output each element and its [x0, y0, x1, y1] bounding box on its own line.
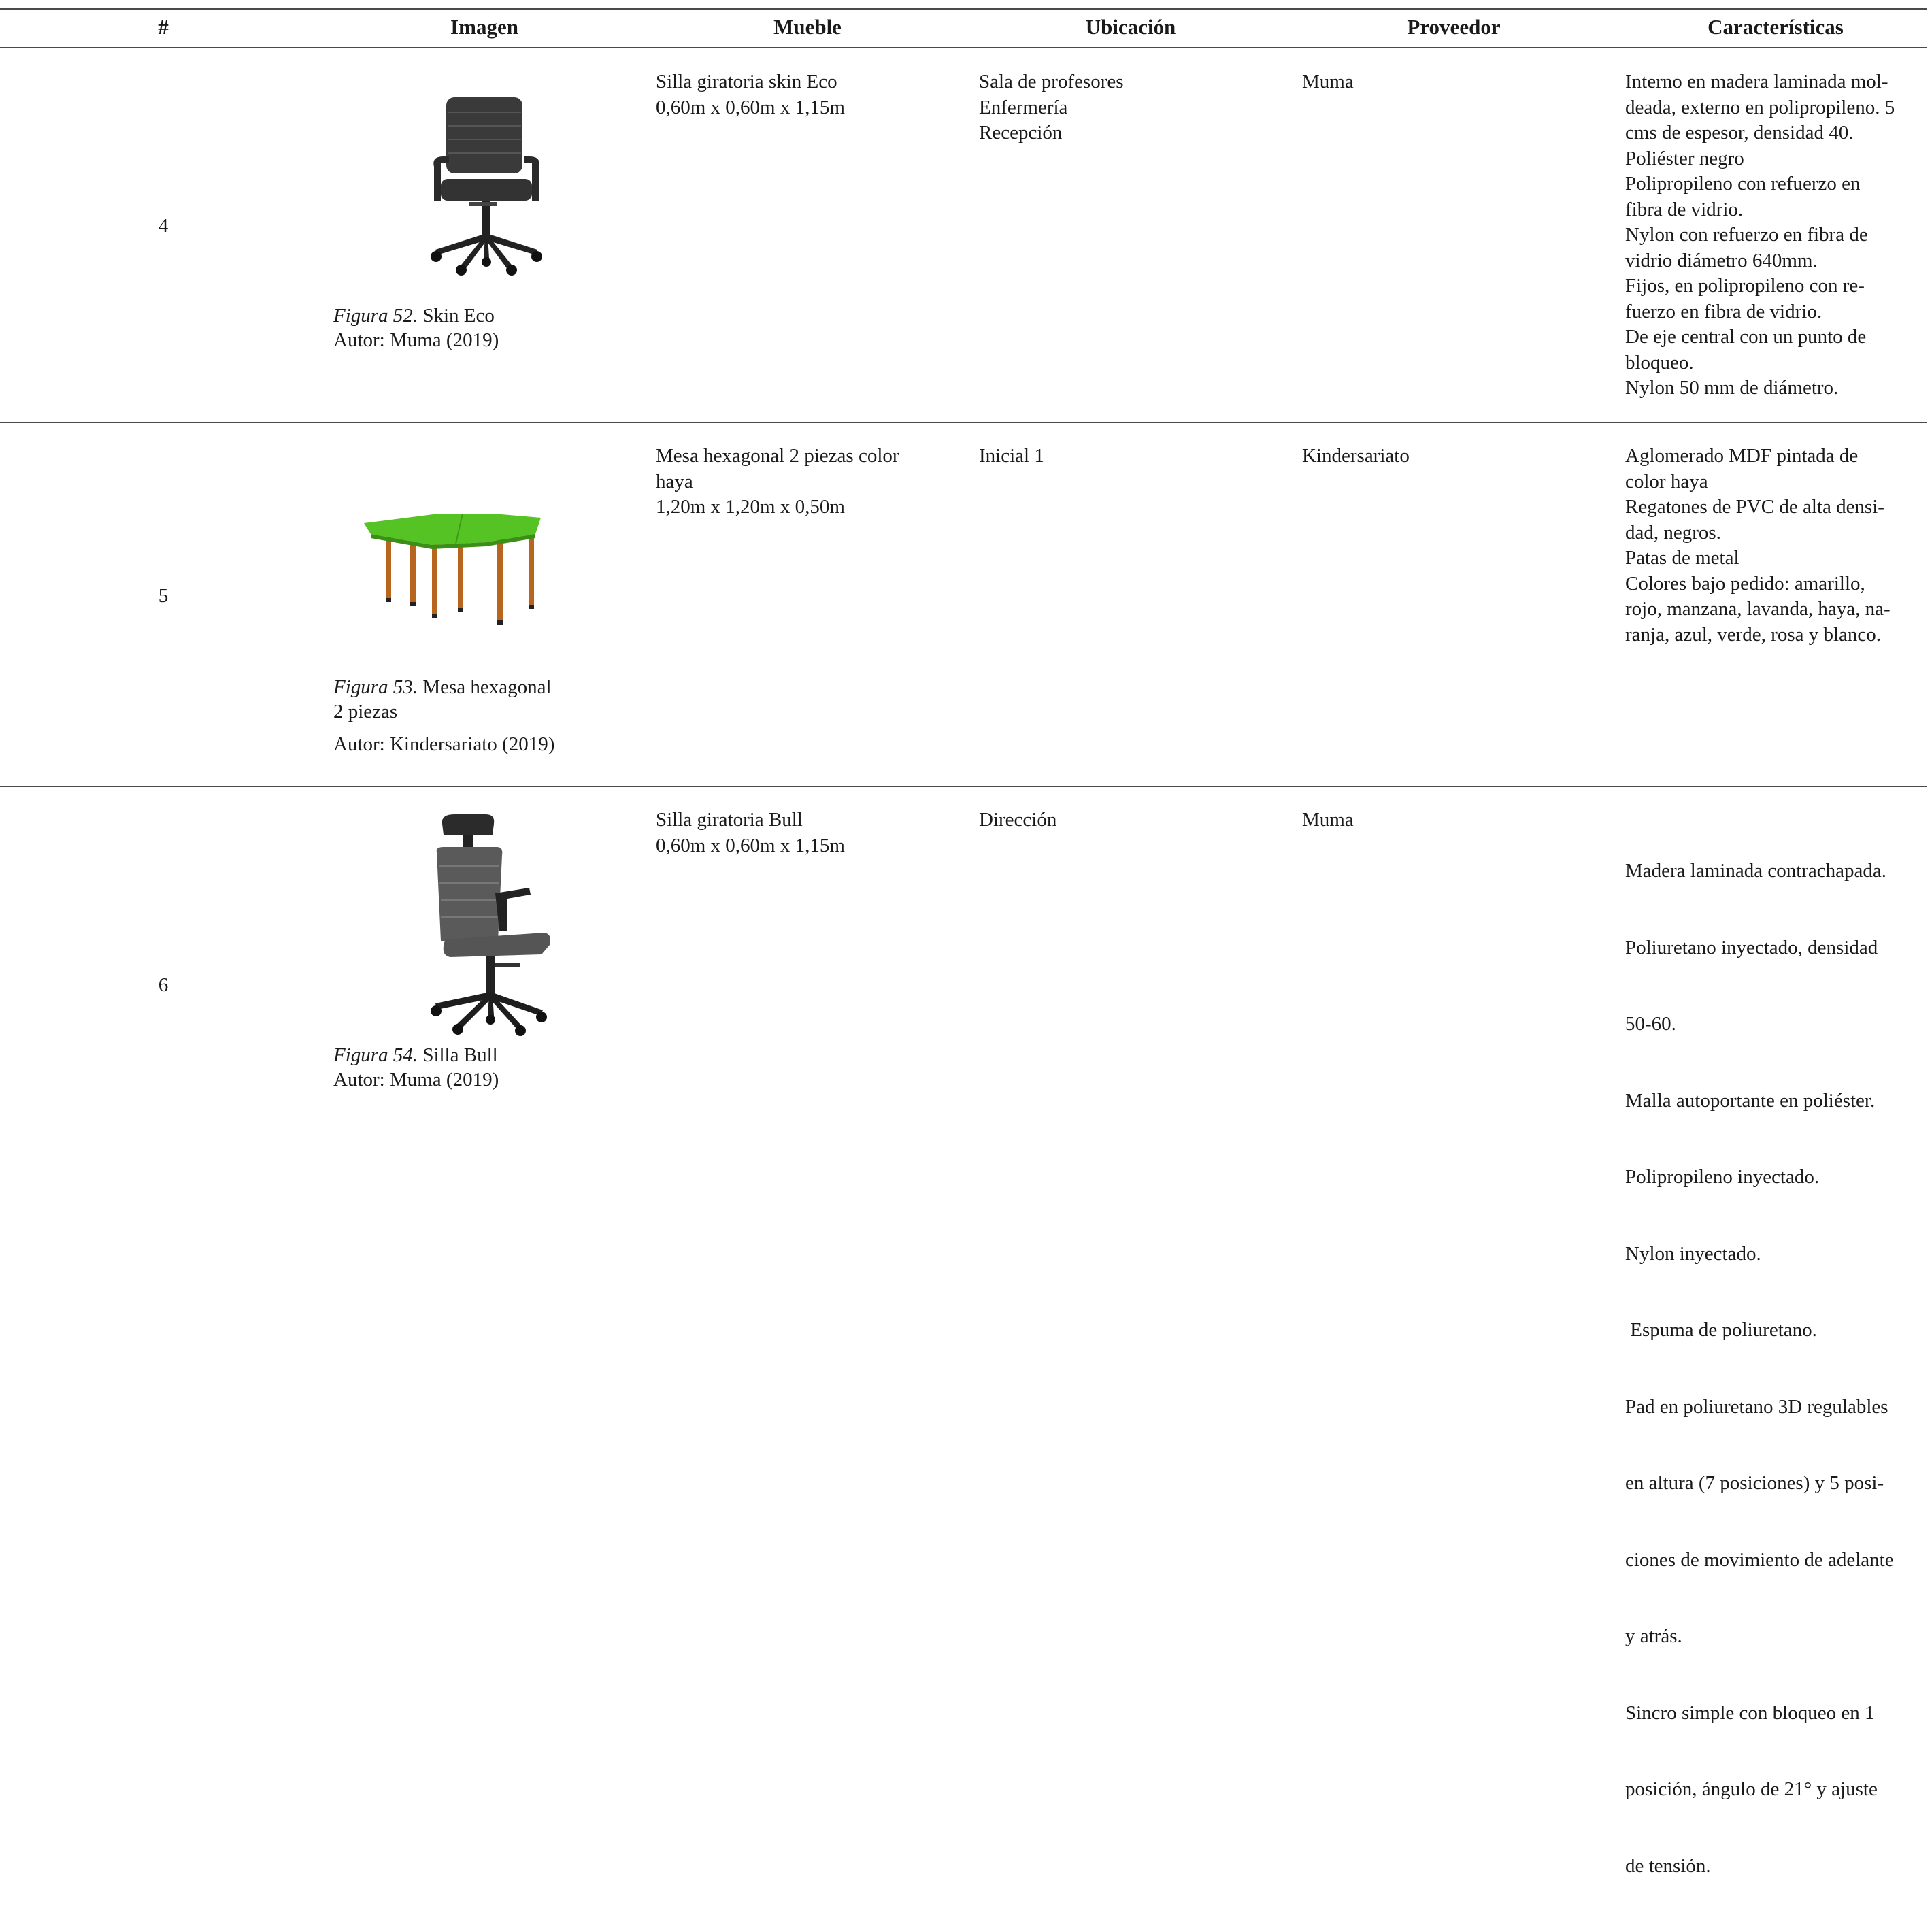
figure-caption: Figura 54. Silla Bull Autor: Muma (2019) — [333, 1043, 499, 1092]
proveedor-cell: Kindersariato — [1302, 445, 1410, 467]
caracteristica-line: ciones de movimiento de adelante — [1625, 1548, 1894, 1571]
mueble-name-continued: haya — [656, 470, 693, 493]
mueble-cell: Mesa hexagonal 2 piezas color haya 1,20m… — [656, 444, 899, 520]
caracteristicas-cell: Interno en madera laminada mol- deada, e… — [1625, 69, 1895, 401]
row-number: 4 — [158, 215, 169, 237]
office-chair-headrest-image — [431, 814, 550, 1036]
figure-caption: Figura 53. Mesa hexagonal 2 piezas Autor… — [333, 675, 554, 756]
caracteristica-line: Regatones de PVC de alta densi- — [1625, 496, 1884, 518]
mueble-dimensions: 0,60m x 0,60m x 1,15m — [656, 96, 845, 118]
caracteristica-line: Poliuretano inyectado, densidad — [1625, 936, 1878, 959]
figure-title-continued: 2 piezas — [333, 701, 398, 722]
ubicacion-cell: Dirección — [979, 808, 1056, 833]
caracteristica-line: cms de espesor, densidad 40. — [1625, 122, 1854, 144]
caracteristica-line: Malla autoportante en poliéster. — [1625, 1089, 1876, 1112]
mueble-cell: Silla giratoria Bull 0,60m x 0,60m x 1,1… — [656, 808, 845, 859]
caracteristica-line: Nylon 50 mm de diámetro. — [1625, 377, 1839, 399]
caracteristica-line: Aglomerado MDF pintada de — [1625, 445, 1859, 467]
header-proveedor: Proveedor — [1407, 15, 1501, 39]
caracteristica-line: Nylon con refuerzo en fibra de — [1625, 224, 1868, 246]
row-number: 6 — [158, 974, 169, 996]
caracteristica-line: Polipropileno con refuerzo en — [1625, 173, 1861, 195]
figure-author: Autor: Kindersariato (2019) — [333, 733, 555, 755]
mueble-cell: Silla giratoria skin Eco 0,60m x 0,60m x… — [656, 69, 845, 120]
ubicacion-item: Dirección — [979, 809, 1057, 831]
caracteristicas-cell: Aglomerado MDF pintada de color haya Reg… — [1625, 444, 1891, 648]
caracteristica-line: Poliéster negro — [1625, 147, 1744, 169]
figure-label: Figura 52. — [333, 305, 418, 327]
proveedor-cell: Muma — [1302, 71, 1354, 93]
caracteristica-line: Pad en poliuretano 3D regulables — [1625, 1395, 1888, 1418]
figure-label: Figura 53. — [333, 676, 418, 698]
figure-author: Autor: Muma (2019) — [333, 329, 499, 351]
caracteristica-line: Madera laminada contrachapada. — [1625, 860, 1887, 882]
figure-title: Mesa hexagonal — [422, 676, 552, 698]
caracteristica-line: y atrás. — [1625, 1625, 1682, 1647]
caracteristica-line: de tensión. — [1625, 1854, 1711, 1877]
caracteristica-line: Sincro simple con bloqueo en 1 — [1625, 1701, 1875, 1724]
caracteristica-line: fibra de vidrio. — [1625, 198, 1744, 220]
caracteristica-line: Patas de metal — [1625, 547, 1739, 569]
header-mueble: Mueble — [773, 15, 842, 39]
caracteristica-line: Colores bajo pedido: amarillo, — [1625, 572, 1865, 595]
caracteristica-line: rojo, manzana, lavanda, haya, na- — [1625, 598, 1891, 620]
ubicacion-item: Sala de profesores — [979, 71, 1124, 93]
ubicacion-item: Inicial 1 — [979, 445, 1044, 467]
ubicacion-cell: Inicial 1 — [979, 444, 1044, 469]
caracteristica-line: en altura (7 posiciones) y 5 posi- — [1625, 1472, 1884, 1494]
caracteristica-line: 50-60. — [1625, 1013, 1676, 1035]
caracteristica-line: Espuma de poliuretano. — [1625, 1319, 1817, 1341]
office-chair-mesh-image — [431, 97, 542, 276]
mueble-dimensions: 1,20m x 1,20m x 0,50m — [656, 496, 845, 518]
ubicacion-item: Recepción — [979, 122, 1063, 144]
mueble-name: Silla giratoria Bull — [656, 809, 803, 831]
caracteristicas-cell: Madera laminada contrachapada. Poliureta… — [1625, 808, 1894, 1930]
mueble-dimensions: 0,60m x 0,60m x 1,15m — [656, 834, 845, 856]
caracteristica-line: bloqueo. — [1625, 351, 1694, 373]
header-ubicacion: Ubicación — [1085, 15, 1176, 39]
header-number: # — [158, 15, 169, 39]
row-number: 5 — [158, 585, 169, 607]
caracteristica-line: Polipropileno inyectado. — [1625, 1166, 1820, 1188]
figure-label: Figura 54. — [333, 1044, 418, 1066]
table-top-rule — [0, 8, 1927, 10]
caracteristica-line: vidrio diámetro 640mm. — [1625, 249, 1818, 271]
caracteristica-line: fuerzo en fibra de vidrio. — [1625, 300, 1822, 322]
caracteristica-line: dad, negros. — [1625, 521, 1721, 544]
caracteristica-line: color haya — [1625, 470, 1708, 493]
caracteristica-line: posición, ángulo de 21° y ajuste — [1625, 1778, 1878, 1800]
ubicacion-item: Enfermería — [979, 96, 1068, 118]
figure-caption: Figura 52. Skin Eco Autor: Muma (2019) — [333, 303, 499, 352]
caracteristica-line: Nylon inyectado. — [1625, 1242, 1761, 1265]
caracteristica-line: Fijos, en polipropileno con re- — [1625, 275, 1865, 297]
header-bottom-rule — [0, 47, 1927, 48]
hexagonal-table-green-image — [364, 513, 541, 625]
row-divider — [0, 786, 1927, 787]
caracteristica-line: ranja, azul, verde, rosa y blanco. — [1625, 623, 1882, 646]
caracteristica-line: deada, externo en polipropileno. 5 — [1625, 96, 1895, 118]
header-caracteristicas: Características — [1708, 15, 1844, 39]
caracteristica-line: Interno en madera laminada mol- — [1625, 71, 1888, 93]
mueble-name: Mesa hexagonal 2 piezas color — [656, 445, 899, 467]
figure-author: Autor: Muma (2019) — [333, 1069, 499, 1091]
row-divider — [0, 422, 1927, 423]
proveedor-cell: Muma — [1302, 809, 1354, 831]
mueble-name: Silla giratoria skin Eco — [656, 71, 837, 93]
figure-title: Skin Eco — [422, 305, 495, 327]
caracteristica-line: De eje central con un punto de — [1625, 326, 1867, 348]
ubicacion-cell: Sala de profesores Enfermería Recepción — [979, 69, 1124, 146]
figure-title: Silla Bull — [422, 1044, 498, 1066]
header-imagen: Imagen — [450, 15, 518, 39]
